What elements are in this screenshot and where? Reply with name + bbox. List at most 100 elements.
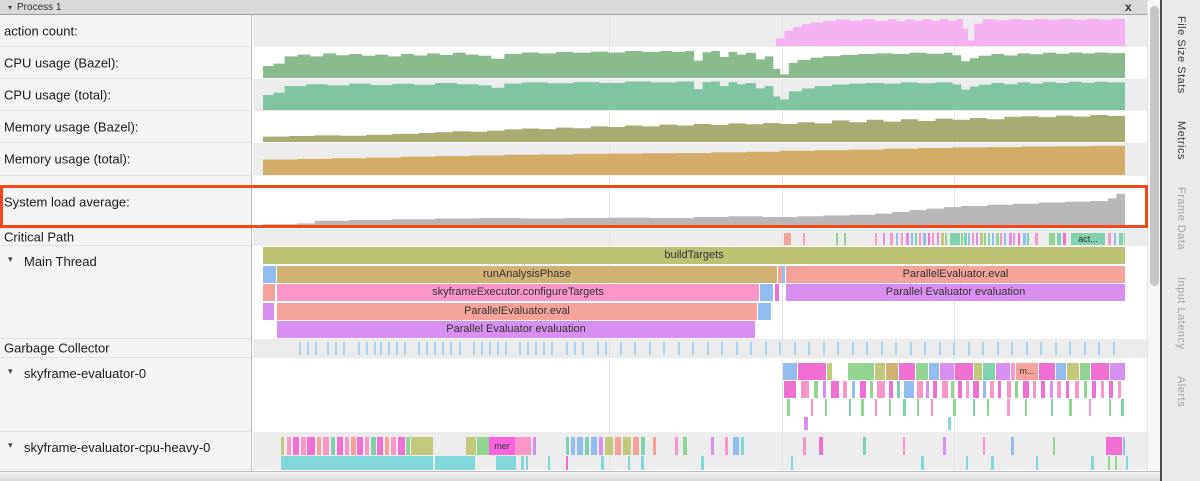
trace-slice[interactable] — [831, 381, 839, 398]
trace-slice[interactable] — [466, 437, 476, 455]
trace-slice[interactable] — [966, 456, 968, 470]
trace-slice[interactable] — [1023, 381, 1029, 398]
trace-slice[interactable] — [343, 342, 345, 355]
vertical-scrollbar-thumb[interactable] — [1150, 6, 1159, 286]
trace-slice[interactable] — [543, 342, 545, 355]
trace-slice[interactable] — [1123, 437, 1125, 455]
trace-slice-labeled[interactable]: m... — [1016, 363, 1038, 380]
trace-slice[interactable] — [385, 437, 389, 455]
trace-slice[interactable] — [1000, 233, 1002, 245]
trace-slice-labeled[interactable]: Parallel Evaluator evaluation — [277, 321, 755, 338]
trace-slice[interactable] — [721, 342, 723, 355]
trace-slice[interactable] — [374, 342, 376, 355]
trace-slice[interactable] — [916, 363, 928, 380]
trace-slice[interactable] — [881, 342, 883, 355]
trace-slice[interactable] — [701, 456, 704, 470]
trace-slice[interactable] — [906, 233, 909, 245]
trace-slice[interactable] — [803, 437, 806, 455]
trace-slice[interactable] — [450, 342, 452, 355]
trace-slice[interactable] — [591, 437, 597, 455]
trace-slice[interactable] — [929, 363, 939, 380]
trace-slice[interactable] — [1011, 342, 1013, 355]
trace-slice[interactable] — [915, 233, 917, 245]
trace-slice[interactable] — [787, 399, 790, 416]
trace-slice[interactable] — [953, 342, 955, 355]
trace-slice[interactable] — [281, 456, 433, 470]
thread-collapse-icon[interactable]: ▾ — [8, 254, 13, 265]
trace-slice[interactable] — [983, 437, 985, 455]
thread-collapse-icon[interactable]: ▾ — [8, 366, 13, 377]
trace-slice[interactable] — [980, 233, 983, 245]
trace-slice-labeled[interactable]: ParallelEvaluator.eval — [277, 303, 757, 320]
trace-slice[interactable] — [628, 456, 630, 470]
thread-collapse-icon[interactable]: ▾ — [8, 440, 13, 451]
trace-slice[interactable] — [641, 437, 645, 455]
trace-slice[interactable] — [849, 399, 851, 416]
trace-slice[interactable] — [623, 437, 631, 455]
trace-slice[interactable] — [933, 381, 937, 398]
trace-slice[interactable] — [323, 437, 329, 455]
row-label-heavy[interactable]: ▾skyframe-evaluator-cpu-heavy-0 — [0, 432, 251, 470]
trace-slice[interactable] — [798, 363, 826, 380]
trace-slice-labeled[interactable]: act... — [1071, 233, 1105, 245]
trace-slice[interactable] — [921, 456, 924, 470]
trace-slice[interactable] — [968, 342, 970, 355]
trace-slice[interactable] — [1033, 381, 1036, 398]
trace-slice[interactable] — [605, 342, 607, 355]
trace-slice[interactable] — [988, 233, 990, 245]
trace-slice[interactable] — [958, 381, 962, 398]
trace-slice[interactable] — [1108, 456, 1110, 470]
trace-slice[interactable] — [574, 342, 576, 355]
trace-slice[interactable] — [473, 342, 475, 355]
trace-slice[interactable] — [889, 381, 893, 398]
counter-chart-cpub[interactable] — [263, 48, 1125, 78]
trace-slice[interactable] — [1018, 233, 1020, 245]
trace-slice[interactable] — [358, 342, 360, 355]
trace-slice[interactable] — [1114, 233, 1116, 245]
trace-slice[interactable] — [1091, 456, 1094, 470]
trace-slice[interactable] — [860, 381, 866, 398]
trace-slice[interactable] — [1063, 233, 1066, 245]
trace-slice[interactable] — [794, 342, 796, 355]
trace-slice[interactable] — [1069, 342, 1071, 355]
trace-slice[interactable] — [566, 342, 568, 355]
row-label-main[interactable]: ▾Main Thread — [0, 246, 251, 339]
trace-slice[interactable] — [535, 342, 537, 355]
trace-slice[interactable] — [380, 342, 382, 355]
trace-slice[interactable] — [976, 233, 978, 245]
trace-slice[interactable] — [335, 342, 337, 355]
trace-slice-labeled[interactable]: mer — [489, 437, 515, 455]
trace-slice[interactable] — [605, 437, 613, 455]
trace-slice[interactable] — [836, 233, 838, 245]
trace-slice[interactable] — [497, 342, 499, 355]
trace-slice[interactable] — [366, 342, 368, 355]
trace-slice[interactable] — [811, 399, 813, 416]
trace-slice[interactable] — [803, 233, 805, 245]
counter-chart-load[interactable] — [263, 190, 1125, 228]
trace-slice[interactable] — [784, 381, 796, 398]
trace-slice[interactable] — [1109, 399, 1111, 416]
trace-slice[interactable] — [883, 233, 885, 245]
trace-slice[interactable] — [406, 437, 410, 455]
trace-slice[interactable] — [950, 233, 960, 245]
trace-slice[interactable] — [526, 456, 528, 470]
trace-slice[interactable] — [317, 437, 321, 455]
trace-slice[interactable] — [890, 233, 893, 245]
trace-slice[interactable] — [634, 342, 636, 355]
trace-slice[interactable] — [943, 437, 946, 455]
trace-slice[interactable] — [293, 437, 299, 455]
trace-slice[interactable] — [301, 437, 306, 455]
trace-slice[interactable] — [391, 437, 396, 455]
counter-chart-action[interactable] — [263, 18, 1125, 46]
trace-slice[interactable] — [1121, 399, 1124, 416]
trace-slice[interactable] — [973, 381, 979, 398]
trace-slice[interactable] — [866, 342, 868, 355]
trace-slice[interactable] — [582, 342, 584, 355]
trace-slice[interactable] — [895, 342, 897, 355]
trace-slice[interactable] — [1035, 233, 1038, 245]
trace-slice[interactable] — [287, 437, 291, 455]
trace-slice[interactable] — [1084, 342, 1086, 355]
trace-slice[interactable] — [987, 399, 989, 416]
trace-slice[interactable] — [505, 342, 507, 355]
trace-slice[interactable] — [711, 437, 714, 455]
